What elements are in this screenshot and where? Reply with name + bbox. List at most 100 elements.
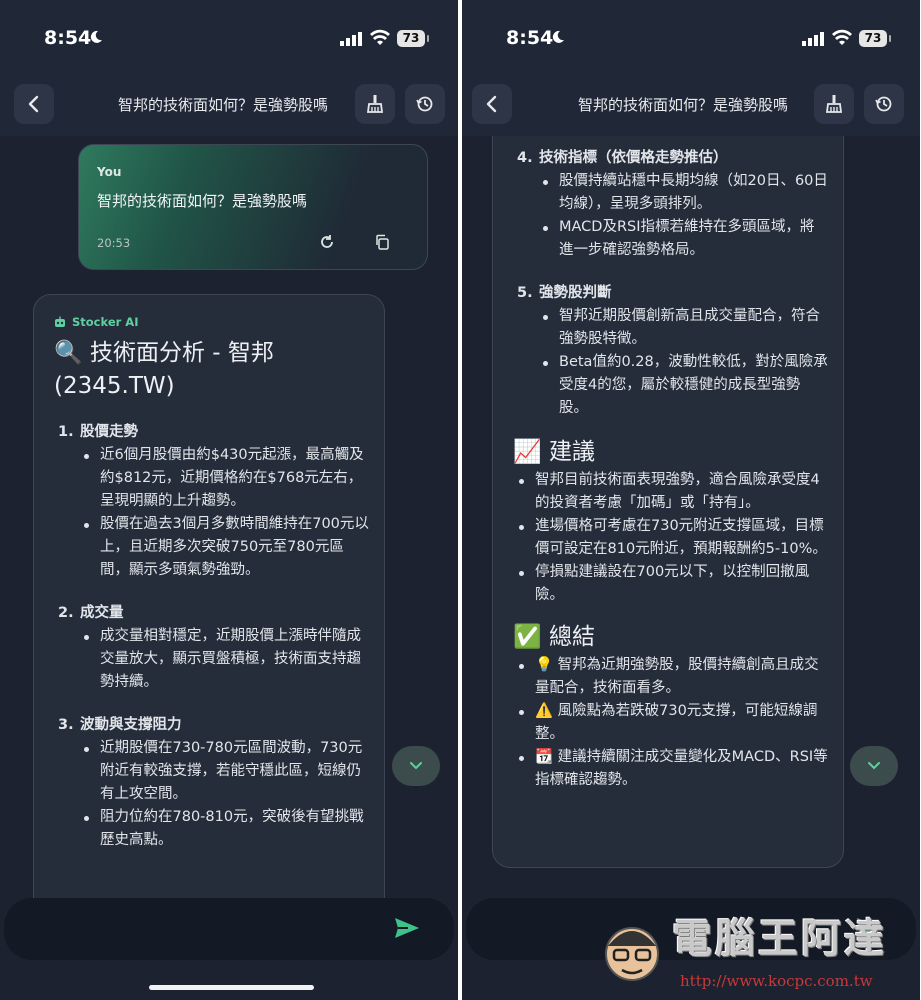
section-1: 1. 股價走勢 近6個月股價由約$430元起漲，最高觸及約$812元，近期價格約在… [54, 421, 370, 582]
wifi-icon [832, 29, 852, 45]
chat-area[interactable]: 4. 技術指標（依價格走勢推估） 股價持續站穩中長期均線（如20日、60日均線），… [462, 136, 920, 898]
signal-icon [340, 32, 362, 46]
summary-text: 智邦為近期強勢股，股價持續創高且成交量配合，技術面看多。 [535, 657, 819, 696]
summary-heading: ✅ 總結 [513, 621, 829, 654]
chat-area[interactable]: You 智邦的技術面如何？是強勢股嗎 20:53 Stocker AI 🔍 技術… [0, 136, 458, 898]
ai-message-content: 4. 技術指標（依價格走勢推估） 股價持續站穩中長期均線（如20日、60日均線），… [513, 147, 829, 792]
status-time: 8:54 [44, 27, 92, 49]
copy-icon[interactable] [374, 234, 390, 250]
wifi-icon [370, 29, 390, 45]
section-number: 2. [58, 605, 74, 621]
section-title: 技術指標（依價格走勢推估） [539, 150, 728, 166]
left-screen: 8:54 73 智邦的技術面如何？是強勢股嗎 You 智邦的技術面如何？是強勢股… [0, 0, 458, 1000]
ai-sender-label: Stocker AI [54, 315, 139, 329]
section-3: 3. 波動與支撐阻力 近期股價在730-780元區間波動，730元附近有較強支撐，… [54, 714, 370, 852]
magnifier-icon: 🔍 [54, 340, 83, 366]
robot-icon [55, 316, 65, 327]
status-bar: 8:54 73 [0, 0, 458, 78]
advice-heading-text: 建議 [548, 439, 595, 465]
list-item: 停損點建議設在700元以下，以控制回撤風險。 [513, 561, 829, 607]
scroll-down-button[interactable] [392, 746, 440, 786]
list-item: 💡 智邦為近期強勢股，股價持續創高且成交量配合，技術面看多。 [513, 654, 829, 700]
chevron-left-icon [486, 95, 497, 113]
battery-indicator: 73 [397, 30, 429, 47]
warning-icon: ⚠️ [535, 703, 554, 719]
list-item: 阻力位約在780-810元，突破後有望挑戰歷史高點。 [78, 806, 370, 852]
section-4: 4. 技術指標（依價格走勢推估） 股價持續站穩中長期均線（如20日、60日均線），… [513, 147, 829, 262]
section-5: 5. 強勢股判斷 智邦近期股價創新高且成交量配合，符合強勢股特徵。 Beta值約0… [513, 282, 829, 420]
analysis-heading-text: 技術面分析 - 智邦 (2345.TW) [54, 340, 274, 399]
scroll-down-button[interactable] [850, 746, 898, 786]
history-button[interactable] [405, 84, 445, 124]
ai-sender-name: Stocker AI [72, 315, 139, 329]
user-message-text: 智邦的技術面如何？是強勢股嗎 [97, 192, 308, 210]
clear-chat-button[interactable] [814, 84, 854, 124]
home-indicator[interactable] [149, 985, 314, 990]
ai-message-bubble: 4. 技術指標（依價格走勢推估） 股價持續站穩中長期均線（如20日、60日均線），… [492, 136, 844, 868]
status-bar: 8:54 73 [462, 0, 920, 78]
message-input[interactable] [4, 898, 454, 960]
advice-section: 📈 建議 智邦目前技術面表現強勢，適合風險承受度4的投資者考慮「加碼」或「持有」… [513, 436, 829, 607]
section-2: 2. 成交量 成交量相對穩定，近期股價上漲時伴隨成交量放大，顯示買盤積極，技術面支… [54, 602, 370, 694]
list-item: 股價在過去3個月多數時間維持在700元以上，且近期多次突破750元至780元區間… [78, 513, 370, 582]
user-message-bubble: You 智邦的技術面如何？是強勢股嗎 20:53 [78, 144, 428, 270]
section-title: 股價走勢 [80, 424, 138, 440]
list-item: 成交量相對穩定，近期股價上漲時伴隨成交量放大，顯示買盤積極，技術面支持趨勢持續。 [78, 625, 370, 694]
list-item: MACD及RSI指標若維持在多頭區域，將進一步確認強勢格局。 [537, 216, 829, 262]
ai-message-bubble: Stocker AI 🔍 技術面分析 - 智邦 (2345.TW) 1. 股價走勢… [33, 294, 385, 898]
summary-text: 風險點為若跌破730元支撐，可能短線調整。 [535, 703, 818, 742]
list-item: ⚠️ 風險點為若跌破730元支撐，可能短線調整。 [513, 700, 829, 746]
refresh-icon[interactable] [319, 234, 335, 250]
watermark-url: http://www.kocpc.com.tw [680, 972, 873, 990]
back-button[interactable] [472, 84, 512, 124]
calendar-icon: 📆 [535, 749, 554, 765]
back-button[interactable] [14, 84, 54, 124]
section-title: 成交量 [80, 605, 124, 621]
advice-heading: 📈 建議 [513, 436, 829, 469]
moon-icon [90, 30, 102, 43]
list-item: 智邦目前技術面表現強勢，適合風險承受度4的投資者考慮「加碼」或「持有」。 [513, 469, 829, 515]
list-item: 📆 建議持續關注成交量變化及MACD、RSI等指標確認趨勢。 [513, 746, 829, 792]
summary-section: ✅ 總結 💡 智邦為近期強勢股，股價持續創高且成交量配合，技術面看多。 ⚠️ 風… [513, 621, 829, 792]
status-time: 8:54 [506, 27, 554, 49]
user-message-time: 20:53 [97, 236, 131, 250]
section-number: 5. [517, 285, 533, 301]
moon-icon [552, 30, 564, 43]
chevron-left-icon [28, 95, 39, 113]
page-title: 智邦的技術面如何？是強勢股嗎 [118, 96, 329, 114]
right-screen: 8:54 73 智邦的技術面如何？是強勢股嗎 4. 技術指標（依價格走勢推估） 股… [462, 0, 920, 1000]
summary-text: 建議持續關注成交量變化及MACD、RSI等指標確認趨勢。 [535, 749, 828, 788]
list-item: 進場價格可考慮在730元附近支撐區域，目標價可設定在810元附近，預期報酬約5-… [513, 515, 829, 561]
ai-message-content: 🔍 技術面分析 - 智邦 (2345.TW) 1. 股價走勢 近6個月股價由約$4… [54, 337, 370, 852]
mascot-logo [605, 927, 659, 981]
analysis-heading: 🔍 技術面分析 - 智邦 (2345.TW) [54, 337, 370, 403]
list-item: 股價持續站穩中長期均線（如20日、60日均線），呈現多頭排列。 [537, 170, 829, 216]
battery-indicator: 73 [859, 30, 891, 47]
send-icon[interactable] [394, 916, 420, 940]
list-item: 近6個月股價由約$430元起漲，最高觸及約$812元，近期價格約在$768元左右… [78, 444, 370, 513]
summary-heading-text: 總結 [548, 624, 595, 650]
section-number: 3. [58, 717, 74, 733]
section-number: 4. [517, 150, 533, 166]
broom-icon [366, 95, 384, 113]
section-title: 強勢股判斷 [539, 285, 612, 301]
history-button[interactable] [864, 84, 904, 124]
chart-icon: 📈 [513, 439, 542, 465]
clear-chat-button[interactable] [355, 84, 395, 124]
list-item: Beta值約0.28，波動性較低，對於風險承受度4的您，屬於較穩健的成長型強勢股… [537, 351, 829, 420]
signal-icon [802, 32, 824, 46]
watermark: 電腦王阿達 http://www.kocpc.com.tw [600, 902, 918, 998]
check-icon: ✅ [513, 624, 542, 650]
page-title: 智邦的技術面如何？是強勢股嗎 [578, 96, 789, 114]
user-sender-label: You [97, 165, 122, 179]
chevron-down-icon [868, 762, 880, 770]
history-icon [875, 96, 892, 112]
list-item: 近期股價在730-780元區間波動，730元附近有較強支撐，若能守穩此區，短線仍… [78, 737, 370, 806]
lightbulb-icon: 💡 [535, 657, 554, 673]
chevron-down-icon [410, 762, 422, 770]
section-number: 1. [58, 424, 74, 440]
section-title: 波動與支撐阻力 [80, 717, 182, 733]
list-item: 智邦近期股價創新高且成交量配合，符合強勢股特徵。 [537, 305, 829, 351]
broom-icon [825, 95, 843, 113]
watermark-title: 電腦王阿達 [672, 916, 887, 962]
